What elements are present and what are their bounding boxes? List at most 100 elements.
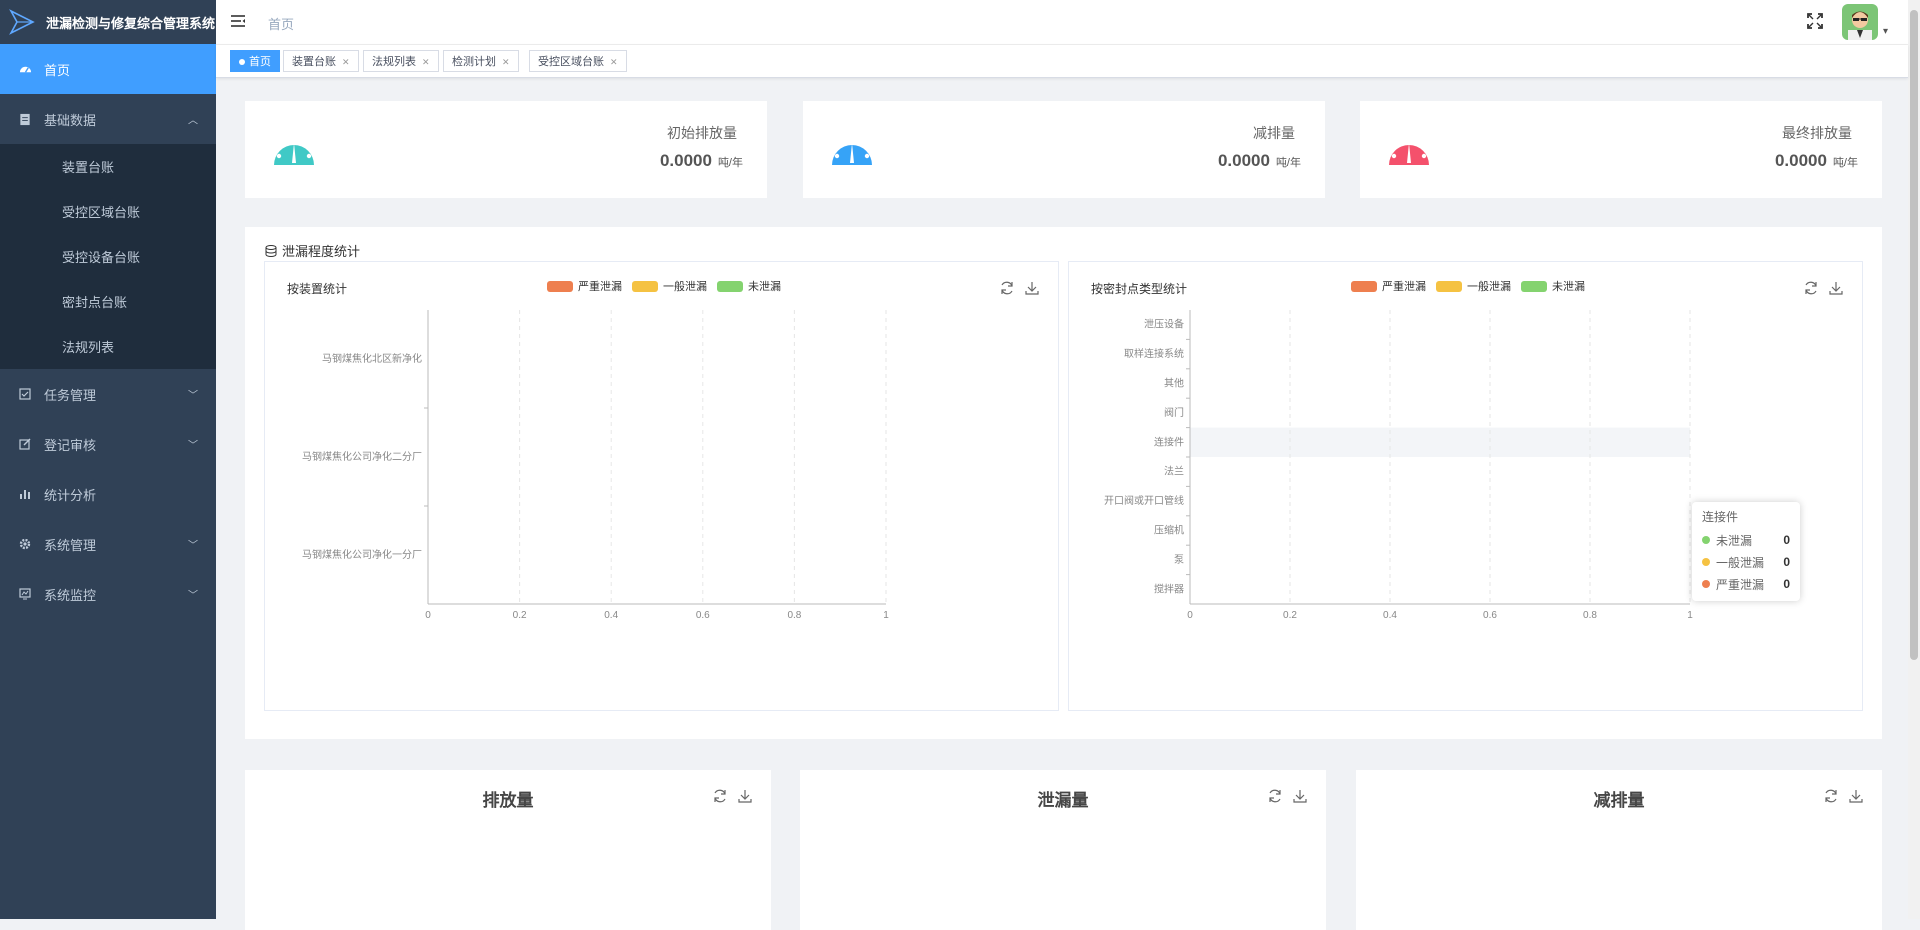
chart-by-device: 按装置统计 严重泄漏 一般泄漏 未泄漏 0 0.2 0.4 0.6 0.8 1 马钢煤焦化北… (264, 261, 1059, 711)
refresh-icon[interactable] (1823, 788, 1839, 804)
panel-title: 泄漏程度统计 (265, 241, 360, 260)
stat-card-initial-emission[interactable]: 初始排放量 0.0000 吨/年 (245, 101, 767, 198)
sidebar-subitem-device-ledger[interactable]: 装置台账 (0, 144, 216, 189)
x-tick-label: 0.8 (787, 610, 801, 621)
tag-device-ledger[interactable]: 装置台账 ✕ (283, 50, 359, 72)
chart-toolbox (1258, 788, 1308, 804)
tag-label: 检测计划 (452, 56, 496, 68)
card-title: 泄漏量 (1037, 791, 1089, 810)
x-tick-label: 1 (1687, 610, 1693, 621)
x-tick-label: 0.2 (1283, 610, 1297, 621)
x-tick-label: 0 (425, 610, 431, 621)
hamburger-icon[interactable] (230, 13, 246, 29)
series-dot (1702, 580, 1710, 588)
highlight-band (1190, 427, 1690, 457)
stat-label: 减排量 (1253, 125, 1295, 141)
sidebar-item-system-management[interactable]: 系统管理 ﹀ (0, 519, 216, 569)
page-scrollbar[interactable] (1908, 0, 1920, 919)
series-dot (1702, 536, 1710, 544)
sidebar-item-basic-data[interactable]: 基础数据 ︿ (0, 94, 216, 144)
tag-inspection-plan[interactable]: 检测计划 ✕ (443, 50, 519, 72)
chevron-down-icon: ﹀ (188, 590, 198, 602)
speedometer-icon (832, 135, 872, 165)
logo-icon (9, 9, 35, 35)
stat-value-wrap: 0.0000 吨/年 (1775, 151, 1858, 171)
card-title: 排放量 (482, 791, 534, 810)
tag-label: 首页 (249, 56, 271, 68)
tag-label: 装置台账 (292, 56, 336, 68)
chart-toolbox (1814, 788, 1864, 804)
stat-card-final-emission[interactable]: 最终排放量 0.0000 吨/年 (1360, 101, 1882, 198)
leak-statistics-panel: 泄漏程度统计 按装置统计 严重泄漏 一般泄漏 未泄漏 0 0.2 0.4 0.6 0.8… (245, 227, 1882, 739)
sidebar-item-label: 基础数据 (44, 112, 97, 128)
sidebar-subitem-equipment-ledger[interactable]: 受控设备台账 (0, 234, 216, 279)
stat-value-wrap: 0.0000 吨/年 (1218, 151, 1301, 171)
emission-card: 排放量 (245, 770, 771, 930)
sidebar-subitem-area-ledger[interactable]: 受控区域台账 (0, 189, 216, 234)
caret-down-icon[interactable]: ▾ (1883, 26, 1888, 37)
sidebar-subitem-regulations[interactable]: 法规列表 (0, 324, 216, 369)
download-icon[interactable] (737, 788, 753, 804)
y-category-label: 马钢煤焦化北区新净化 (322, 352, 422, 365)
sidebar-item-statistics[interactable]: 统计分析 (0, 469, 216, 519)
edit-icon (18, 437, 32, 451)
close-icon[interactable]: ✕ (502, 57, 510, 67)
x-tick-label: 1 (883, 610, 889, 621)
tooltip-value: 0 (1783, 533, 1790, 547)
stat-unit: 吨/年 (1832, 157, 1858, 169)
tooltip-series: 一般泄漏 (1716, 555, 1765, 570)
fullscreen-icon[interactable] (1806, 12, 1824, 30)
tag-home[interactable]: 首页 (230, 50, 280, 72)
sidebar-item-system-monitor[interactable]: 系统监控 ﹀ (0, 569, 216, 619)
speedometer-icon (1389, 135, 1429, 165)
refresh-icon[interactable] (712, 788, 728, 804)
series-dot (1702, 558, 1710, 566)
scrollbar-thumb[interactable] (1910, 10, 1918, 660)
tooltip-series: 未泄漏 (1716, 533, 1753, 548)
y-category-label: 搅拌器 (1154, 582, 1184, 595)
sidebar-subitem-seal-point-ledger[interactable]: 密封点台账 (0, 279, 216, 324)
chevron-up-icon: ︿ (188, 115, 198, 127)
refresh-icon[interactable] (1267, 788, 1283, 804)
y-category-label: 连接件 (1154, 435, 1184, 448)
leakage-card: 泄漏量 (800, 770, 1326, 930)
y-category-label: 压缩机 (1154, 524, 1184, 537)
submenu-basic-data: 装置台账 受控区域台账 受控设备台账 密封点台账 法规列表 (0, 144, 216, 369)
y-category-label: 法兰 (1164, 465, 1184, 478)
x-tick-label: 0.4 (604, 610, 618, 621)
close-icon[interactable]: ✕ (422, 57, 430, 67)
tooltip-row: 一般泄漏 0 (1702, 551, 1790, 573)
tag-area-ledger[interactable]: 受控区域台账 ✕ (529, 50, 627, 72)
x-tick-label: 0.2 (513, 610, 527, 621)
tooltip-series: 严重泄漏 (1716, 577, 1765, 592)
sidebar-item-registration-review[interactable]: 登记审核 ﹀ (0, 419, 216, 469)
y-category-label: 阀门 (1164, 406, 1184, 419)
card-title: 减排量 (1593, 791, 1645, 810)
stat-card-reduction[interactable]: 减排量 0.0000 吨/年 (803, 101, 1325, 198)
chart-tooltip: 连接件 未泄漏 0 一般泄漏 0 严重泄漏 0 (1692, 502, 1800, 601)
x-tick-label: 0.6 (696, 610, 710, 621)
avatar[interactable] (1842, 4, 1878, 40)
tooltip-title: 连接件 (1702, 510, 1739, 524)
close-icon[interactable]: ✕ (610, 57, 618, 67)
sidebar: 泄漏检测与修复综合管理系统 首页 基础数据 ︿ 装置台账 受控区域台账 受控设备… (0, 0, 216, 919)
download-icon[interactable] (1292, 788, 1308, 804)
y-category-label: 其他 (1164, 377, 1184, 390)
sidebar-item-home[interactable]: 首页 (0, 44, 216, 94)
sidebar-item-label: 登记审核 (44, 437, 97, 453)
panel-title-text: 泄漏程度统计 (282, 244, 361, 259)
x-tick-label: 0.4 (1383, 610, 1397, 621)
chevron-down-icon: ﹀ (188, 440, 198, 452)
stat-label: 初始排放量 (667, 125, 737, 141)
chart-toolbox (703, 788, 753, 804)
breadcrumb[interactable]: 首页 (268, 14, 294, 33)
y-category-label: 马钢煤焦化公司净化一分厂 (302, 548, 422, 561)
tag-regulations[interactable]: 法规列表 ✕ (363, 50, 439, 72)
tooltip-row: 未泄漏 0 (1702, 529, 1790, 551)
logo[interactable]: 泄漏检测与修复综合管理系统 (0, 0, 216, 44)
tooltip-value: 0 (1783, 555, 1790, 569)
sidebar-item-tasks[interactable]: 任务管理 ﹀ (0, 369, 216, 419)
download-icon[interactable] (1848, 788, 1864, 804)
close-icon[interactable]: ✕ (342, 57, 350, 67)
y-category-label: 泄压设备 (1144, 318, 1184, 331)
